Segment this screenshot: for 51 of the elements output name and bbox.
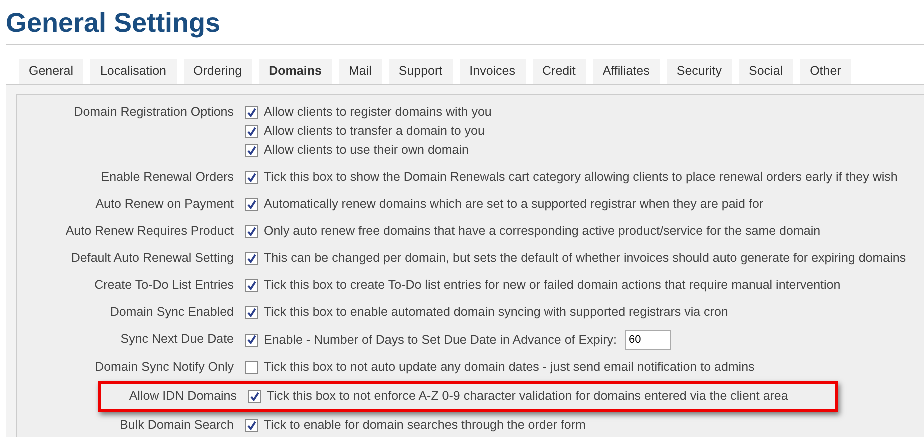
option-text: Tick this box to not auto update any domain dates - just send email notification to admins <box>264 359 755 376</box>
settings-tab[interactable]: Mail <box>338 59 382 84</box>
option-text: Tick this box to create To-Do list entries for new or failed domain actions that require manual intervention <box>264 277 841 294</box>
setting-label: Allow IDN Domains <box>129 389 237 403</box>
setting-label: Enable Renewal Orders <box>101 170 234 184</box>
option-text: Automatically renew domains which are set to a supported registrar when they are paid for <box>264 196 764 213</box>
settings-tab[interactable]: Ordering <box>184 59 252 84</box>
checkbox[interactable] <box>245 106 258 119</box>
settings-tab[interactable]: Security <box>666 59 732 84</box>
checkbox[interactable] <box>245 144 258 157</box>
setting-label: Bulk Domain Search <box>120 418 234 432</box>
settings-tab[interactable]: Invoices <box>460 59 526 84</box>
settings-tab[interactable]: Affiliates <box>592 59 660 84</box>
option-text: Allow clients to register domains with you <box>264 104 492 121</box>
setting-label: Default Auto Renewal Setting <box>71 251 234 265</box>
option-text: This can be changed per domain, but sets the default of whether invoices should auto generate for expiring domains <box>264 250 906 267</box>
settings-tab[interactable]: Other <box>800 59 852 84</box>
setting-label: Create To-Do List Entries <box>94 278 234 292</box>
setting-label: Auto Renew on Payment <box>96 197 234 211</box>
checkbox[interactable] <box>245 171 258 184</box>
checkbox[interactable] <box>245 279 258 292</box>
checkbox[interactable] <box>245 306 258 319</box>
settings-tab[interactable]: Support <box>388 59 453 84</box>
checkbox[interactable] <box>245 334 258 346</box>
option-text: Tick to enable for domain searches through the order form <box>264 417 586 434</box>
setting-label: Auto Renew Requires Product <box>66 224 234 238</box>
settings-tab[interactable]: Social <box>739 59 794 84</box>
page-title: General Settings <box>6 7 222 40</box>
option-text: Allow clients to transfer a domain to you <box>264 123 485 140</box>
checkbox[interactable] <box>245 252 258 265</box>
checkbox[interactable] <box>245 225 258 238</box>
setting-label: Domain Registration Options <box>74 105 234 119</box>
settings-tab[interactable]: General <box>19 59 84 84</box>
checkbox[interactable] <box>248 390 261 403</box>
checkbox[interactable] <box>245 361 258 374</box>
option-text: Tick this box to not enforce A-Z 0-9 character validation for domains entered via the client area <box>267 388 788 405</box>
checkbox[interactable] <box>245 198 258 211</box>
settings-tab[interactable]: Credit <box>532 59 586 84</box>
setting-label: Domain Sync Enabled <box>110 305 234 319</box>
days-input[interactable]: 60 <box>624 330 671 350</box>
option-text: Only auto renew free domains that have a corresponding active product/service for the same domain <box>264 223 821 240</box>
checkbox[interactable] <box>245 125 258 138</box>
option-text: Tick this box to enable automated domain syncing with supported registrars via cron <box>264 304 728 321</box>
settings-tab[interactable]: Domains <box>259 59 332 84</box>
checkbox[interactable] <box>245 419 258 432</box>
option-text: Allow clients to use their own domain <box>264 142 469 159</box>
option-text: Tick this box to show the Domain Renewals cart category allowing clients to place renewal orders early if they wish <box>264 169 898 186</box>
settings-tab[interactable]: Localisation <box>90 59 176 84</box>
setting-label: Domain Sync Notify Only <box>95 360 234 374</box>
option-text: Enable - Number of Days to Set Due Date in Advance of Expiry: <box>264 332 617 349</box>
setting-label: Sync Next Due Date <box>120 332 234 346</box>
